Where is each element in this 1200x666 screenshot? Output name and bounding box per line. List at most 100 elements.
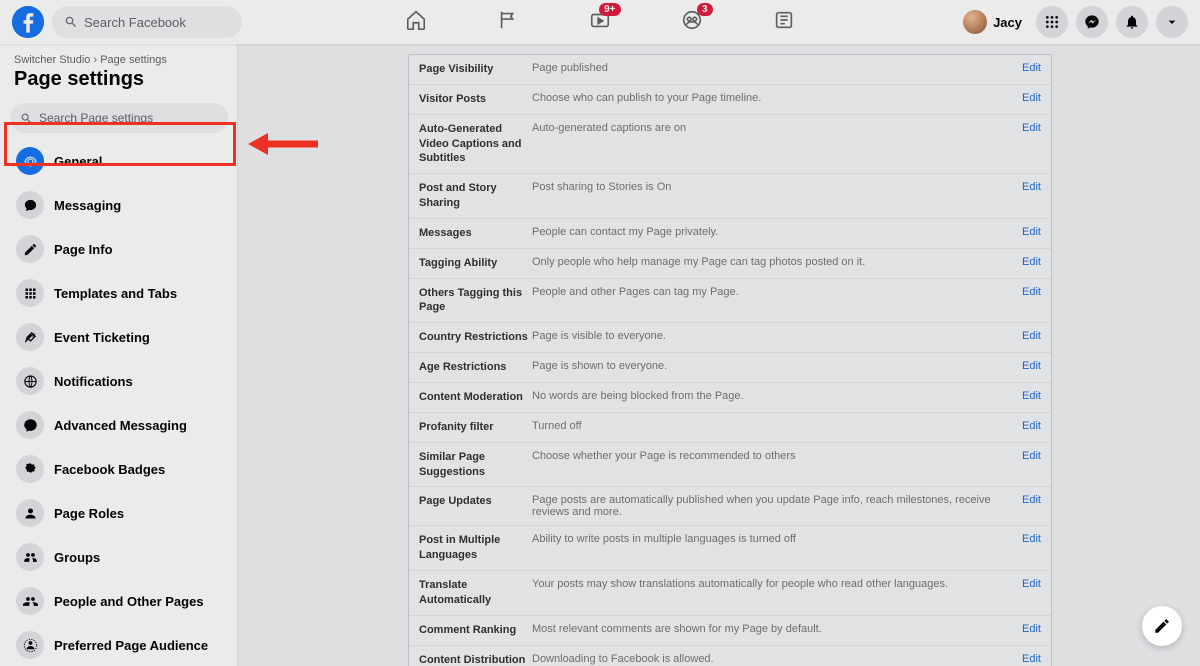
search-icon: [64, 15, 78, 29]
ticket-icon: [16, 323, 44, 351]
edit-link[interactable]: Edit: [1022, 533, 1041, 545]
sidebar-item-label: Groups: [54, 550, 100, 565]
settings-value: Choose who can publish to your Page time…: [532, 92, 1022, 104]
settings-label: Post in Multiple Languages: [419, 533, 532, 563]
sidebar-item-label: Templates and Tabs: [54, 286, 177, 301]
people-icon: [16, 587, 44, 615]
chat-icon: [16, 191, 44, 219]
settings-row: Visitor PostsChoose who can publish to y…: [409, 85, 1051, 115]
settings-table: Page VisibilityPage publishedEditVisitor…: [408, 54, 1052, 666]
sidebar-search[interactable]: Search Page settings: [10, 103, 228, 133]
edit-link[interactable]: Edit: [1022, 286, 1041, 298]
search-placeholder: Search Facebook: [84, 15, 186, 30]
sidebar-item-facebook-badges[interactable]: Facebook Badges: [6, 447, 232, 491]
settings-value: Most relevant comments are shown for my …: [532, 623, 1022, 635]
settings-row: Page VisibilityPage publishedEdit: [409, 55, 1051, 85]
edit-link[interactable]: Edit: [1022, 360, 1041, 372]
settings-row: Content ModerationNo words are being blo…: [409, 383, 1051, 413]
sidebar-item-general[interactable]: General: [6, 139, 232, 183]
sidebar-item-event-ticketing[interactable]: Event Ticketing: [6, 315, 232, 359]
settings-label: Content Distribution: [419, 653, 532, 666]
grid-icon: [16, 279, 44, 307]
settings-row: Age RestrictionsPage is shown to everyon…: [409, 353, 1051, 383]
settings-label: Visitor Posts: [419, 92, 532, 107]
edit-link[interactable]: Edit: [1022, 390, 1041, 402]
settings-row: Comment RankingMost relevant comments ar…: [409, 616, 1051, 646]
sidebar-item-messaging[interactable]: Messaging: [6, 183, 232, 227]
sidebar: Switcher Studio › Page settings Page set…: [0, 44, 238, 666]
breadcrumb-parent[interactable]: Switcher Studio: [14, 54, 90, 66]
search-input[interactable]: Search Facebook: [52, 6, 242, 38]
settings-row: Profanity filterTurned offEdit: [409, 413, 1051, 443]
pages-icon[interactable]: [497, 9, 519, 36]
watch-icon[interactable]: 9+: [589, 9, 611, 36]
sidebar-item-notifications[interactable]: Notifications: [6, 359, 232, 403]
edit-link[interactable]: Edit: [1022, 122, 1041, 134]
settings-label: Country Restrictions: [419, 330, 532, 345]
settings-value: People can contact my Page privately.: [532, 226, 1022, 238]
edit-link[interactable]: Edit: [1022, 420, 1041, 432]
edit-link[interactable]: Edit: [1022, 494, 1041, 506]
edit-link[interactable]: Edit: [1022, 450, 1041, 462]
top-right: Jacy: [957, 6, 1188, 38]
edit-link[interactable]: Edit: [1022, 256, 1041, 268]
topbar: Search Facebook 9+ 3 Jacy: [0, 0, 1200, 44]
groups-icon[interactable]: 3: [681, 9, 703, 36]
settings-row: Tagging AbilityOnly people who help mana…: [409, 249, 1051, 279]
main-content: Page VisibilityPage publishedEditVisitor…: [238, 44, 1200, 666]
home-icon[interactable]: [405, 9, 427, 36]
sidebar-item-label: Page Info: [54, 242, 113, 257]
sidebar-item-page-roles[interactable]: Page Roles: [6, 491, 232, 535]
user-chip[interactable]: Jacy: [957, 8, 1028, 36]
settings-value: Auto-generated captions are on: [532, 122, 1022, 134]
sidebar-item-page-info[interactable]: Page Info: [6, 227, 232, 271]
menu-button[interactable]: [1036, 6, 1068, 38]
settings-row: Country RestrictionsPage is visible to e…: [409, 323, 1051, 353]
settings-row: Auto-Generated Video Captions and Subtit…: [409, 115, 1051, 175]
breadcrumb: Switcher Studio › Page settings: [0, 44, 238, 66]
settings-value: Turned off: [532, 420, 1022, 432]
edit-link[interactable]: Edit: [1022, 62, 1041, 74]
facebook-logo[interactable]: [12, 6, 44, 38]
sidebar-item-templates-and-tabs[interactable]: Templates and Tabs: [6, 271, 232, 315]
settings-value: Only people who help manage my Page can …: [532, 256, 1022, 268]
settings-value: Page is visible to everyone.: [532, 330, 1022, 342]
settings-value: Downloading to Facebook is allowed.: [532, 653, 1022, 665]
settings-value: Ability to write posts in multiple langu…: [532, 533, 1022, 545]
news-icon[interactable]: [773, 9, 795, 36]
groups-icon: [16, 543, 44, 571]
sidebar-item-preferred-page-audience[interactable]: Preferred Page Audience: [6, 623, 232, 666]
notifications-button[interactable]: [1116, 6, 1148, 38]
account-dropdown-button[interactable]: [1156, 6, 1188, 38]
edit-fab[interactable]: [1142, 606, 1182, 646]
edit-link[interactable]: Edit: [1022, 92, 1041, 104]
edit-link[interactable]: Edit: [1022, 181, 1041, 193]
sidebar-item-label: Event Ticketing: [54, 330, 150, 345]
settings-row: Post and Story SharingPost sharing to St…: [409, 174, 1051, 219]
settings-value: Choose whether your Page is recommended …: [532, 450, 1022, 462]
edit-link[interactable]: Edit: [1022, 653, 1041, 665]
edit-link[interactable]: Edit: [1022, 578, 1041, 590]
pencil-icon: [16, 235, 44, 263]
settings-label: Post and Story Sharing: [419, 181, 532, 211]
page-title: Page settings: [0, 66, 238, 99]
sidebar-item-label: Page Roles: [54, 506, 124, 521]
sidebar-item-people-and-other-pages[interactable]: People and Other Pages: [6, 579, 232, 623]
edit-link[interactable]: Edit: [1022, 330, 1041, 342]
edit-link[interactable]: Edit: [1022, 226, 1041, 238]
settings-row: MessagesPeople can contact my Page priva…: [409, 219, 1051, 249]
settings-row: Content DistributionDownloading to Faceb…: [409, 646, 1051, 666]
edit-link[interactable]: Edit: [1022, 623, 1041, 635]
settings-label: Tagging Ability: [419, 256, 532, 271]
sidebar-item-groups[interactable]: Groups: [6, 535, 232, 579]
sidebar-item-advanced-messaging[interactable]: Advanced Messaging: [6, 403, 232, 447]
settings-row: Post in Multiple LanguagesAbility to wri…: [409, 526, 1051, 571]
sidebar-item-label: People and Other Pages: [54, 594, 204, 609]
sidebar-search-placeholder: Search Page settings: [39, 111, 153, 125]
messenger-button[interactable]: [1076, 6, 1108, 38]
settings-label: Age Restrictions: [419, 360, 532, 375]
settings-value: Post sharing to Stories is On: [532, 181, 1022, 193]
settings-value: People and other Pages can tag my Page.: [532, 286, 1022, 298]
settings-value: No words are being blocked from the Page…: [532, 390, 1022, 402]
settings-label: Messages: [419, 226, 532, 241]
